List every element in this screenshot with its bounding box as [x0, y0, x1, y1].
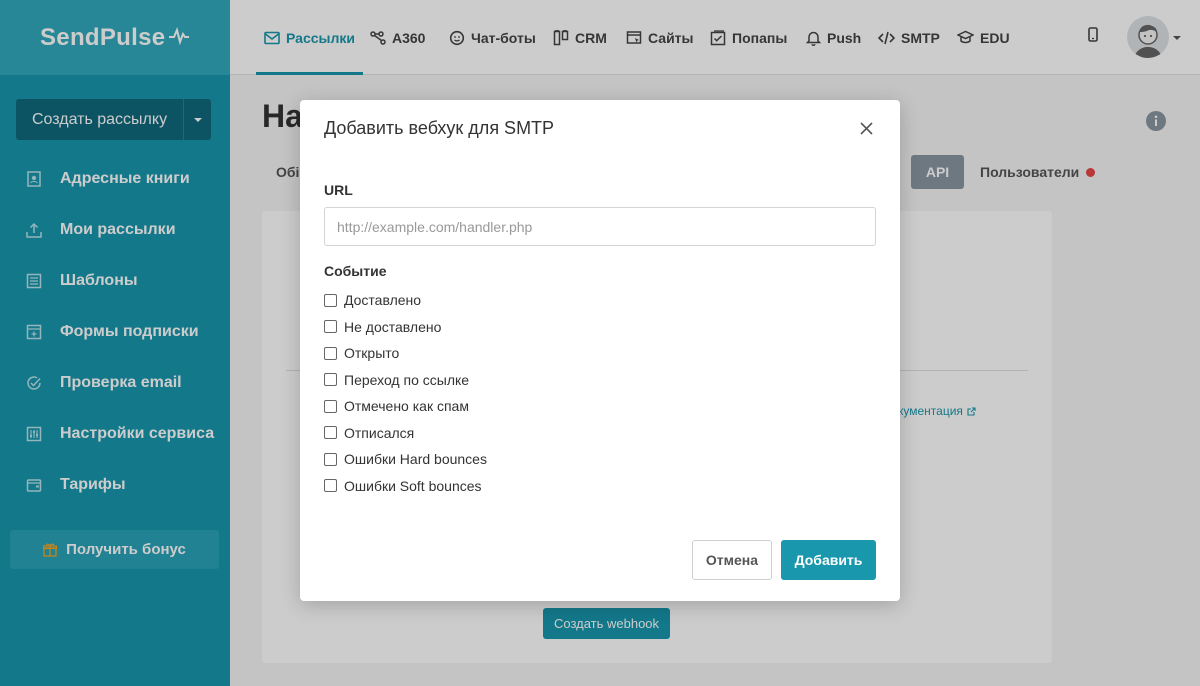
- checkbox[interactable]: [324, 293, 337, 307]
- checkbox[interactable]: [324, 373, 337, 387]
- checkbox[interactable]: [324, 479, 337, 493]
- event-option-label: Ошибки Soft bounces: [344, 477, 482, 494]
- event-option-label: Доставлено: [344, 292, 422, 309]
- event-option-not-delivered[interactable]: Не доставлено: [324, 314, 487, 341]
- event-option-label: Отписался: [344, 424, 415, 441]
- event-option-opened[interactable]: Открыто: [324, 340, 487, 367]
- checkbox[interactable]: [324, 452, 337, 466]
- event-option-label: Открыто: [344, 345, 400, 362]
- event-option-label: Отмечено как спам: [344, 398, 469, 415]
- checkbox[interactable]: [324, 320, 337, 334]
- add-button[interactable]: Добавить: [781, 540, 876, 580]
- close-icon[interactable]: [858, 120, 874, 136]
- dialog-title: Добавить вебхук для SMTP: [324, 118, 555, 138]
- event-option-label: Не доставлено: [344, 318, 442, 335]
- url-input[interactable]: [324, 207, 876, 246]
- checkbox[interactable]: [324, 399, 337, 413]
- event-option-link-click[interactable]: Переход по ссылке: [324, 367, 487, 394]
- event-option-delivered[interactable]: Доставлено: [324, 287, 487, 314]
- cancel-button[interactable]: Отмена: [692, 540, 772, 580]
- event-option-hard-bounces[interactable]: Ошибки Hard bounces: [324, 446, 487, 473]
- event-checkbox-list: Доставлено Не доставлено Открыто Переход…: [324, 287, 487, 499]
- event-option-label: Ошибки Hard bounces: [344, 451, 487, 468]
- event-option-marked-spam[interactable]: Отмечено как спам: [324, 393, 487, 420]
- event-option-label: Переход по ссылке: [344, 371, 470, 388]
- checkbox[interactable]: [324, 426, 337, 440]
- event-option-unsubscribed[interactable]: Отписался: [324, 420, 487, 447]
- checkbox[interactable]: [324, 346, 337, 360]
- event-option-soft-bounces[interactable]: Ошибки Soft bounces: [324, 473, 487, 500]
- event-label: Событие: [324, 263, 387, 279]
- add-webhook-dialog: Добавить вебхук для SMTP URL Событие Дос…: [300, 100, 900, 601]
- url-label: URL: [324, 182, 353, 198]
